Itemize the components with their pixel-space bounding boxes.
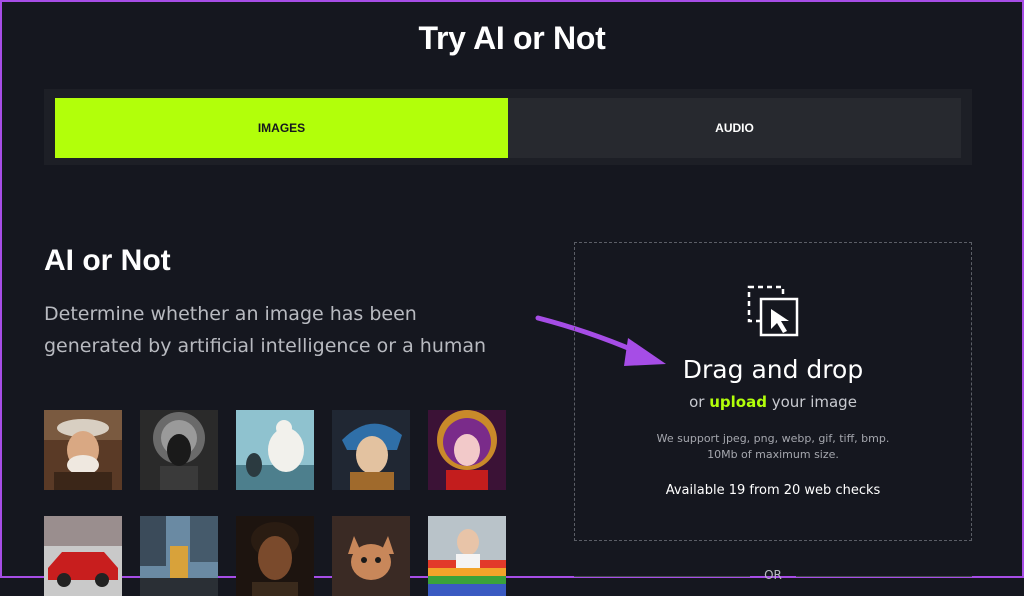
drag-drop-icon — [747, 285, 799, 337]
sample-polar-bear[interactable] — [236, 410, 314, 490]
supported-formats: We support jpeg, png, webp, gif, tiff, b… — [575, 431, 971, 463]
sample-old-man[interactable] — [44, 410, 122, 490]
sample-cat[interactable] — [332, 516, 410, 596]
upload-dropzone[interactable]: Drag and drop or upload your image We su… — [574, 242, 972, 541]
sample-gallery — [44, 410, 514, 596]
tab-audio[interactable]: AUDIO — [508, 98, 961, 158]
divider — [796, 576, 972, 577]
hero-description: Determine whether an image has been gene… — [44, 303, 487, 357]
checks-remaining: Available 19 from 20 web checks — [665, 483, 881, 498]
mode-tabs: IMAGES AUDIO — [44, 89, 972, 165]
page-title: Try AI or Not — [418, 20, 606, 56]
sample-pearl-earring[interactable] — [332, 410, 410, 490]
max-size-line: 10Mb of maximum size. — [707, 448, 839, 461]
or-label: OR — [764, 568, 782, 582]
sample-woman-portrait[interactable] — [236, 516, 314, 596]
sample-red-car[interactable] — [44, 516, 122, 596]
upload-link[interactable]: upload — [709, 393, 767, 411]
divider — [574, 576, 750, 577]
sample-anime-girl[interactable] — [428, 410, 506, 490]
hero-title: AI or Not — [44, 244, 171, 277]
sample-city-scene[interactable] — [140, 516, 218, 596]
sample-pope[interactable] — [428, 516, 506, 596]
formats-line: We support jpeg, png, webp, gif, tiff, b… — [656, 432, 890, 445]
dropzone-title: Drag and drop — [682, 355, 864, 384]
dropzone-subtitle: or upload your image — [575, 393, 971, 411]
or-separator: OR — [574, 566, 972, 582]
dropzone-sub-prefix: or — [689, 393, 705, 411]
dropzone-sub-suffix: your image — [771, 393, 857, 411]
sample-alien-queen[interactable] — [140, 410, 218, 490]
tab-images[interactable]: IMAGES — [55, 98, 508, 158]
